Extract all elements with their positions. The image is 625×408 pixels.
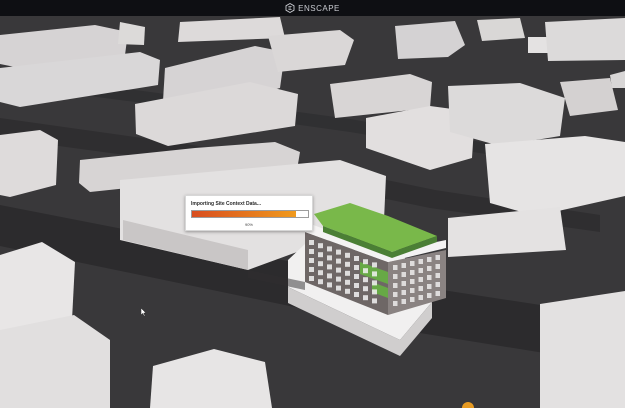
window (336, 267, 341, 273)
window (318, 261, 323, 267)
window (401, 281, 406, 286)
window (354, 256, 359, 261)
window (327, 282, 332, 288)
window (393, 283, 398, 288)
window (435, 291, 440, 296)
window (418, 286, 423, 291)
window (336, 285, 341, 291)
window (418, 268, 423, 273)
window (345, 288, 350, 294)
window (435, 273, 440, 278)
window (336, 258, 341, 264)
window (318, 270, 323, 276)
window (336, 276, 341, 282)
window (354, 274, 359, 279)
window (393, 292, 398, 297)
window (345, 261, 350, 267)
window (372, 262, 377, 268)
window (410, 261, 415, 266)
window (393, 274, 398, 279)
window (393, 301, 398, 306)
window (354, 265, 359, 270)
window (318, 243, 323, 249)
title-bar: ENSCAPE (0, 0, 625, 16)
progress-percent: 90% (244, 222, 253, 227)
window (401, 290, 406, 295)
window (401, 299, 406, 304)
window (309, 249, 314, 254)
window (318, 279, 323, 285)
window (327, 264, 332, 270)
window (427, 266, 432, 271)
window (418, 259, 423, 264)
window (363, 295, 368, 301)
window (418, 295, 423, 300)
window (309, 267, 314, 272)
window (363, 268, 368, 274)
window (309, 240, 314, 245)
window (393, 265, 398, 270)
window (410, 270, 415, 275)
window (345, 279, 350, 285)
window (418, 277, 423, 282)
window (327, 273, 332, 279)
window (345, 270, 350, 276)
window (410, 297, 415, 302)
window (327, 246, 332, 252)
window (318, 252, 323, 258)
progress-bar (191, 210, 309, 218)
progress-bar-fill (192, 211, 297, 217)
window (427, 284, 432, 289)
window (309, 258, 314, 263)
progress-title: Importing Site Context Data... (191, 201, 262, 207)
window (410, 288, 415, 293)
enscape-logo-icon (285, 3, 295, 13)
window (363, 286, 368, 292)
window (435, 264, 440, 269)
window (427, 257, 432, 262)
enscape-viewport: ENSCAPE Importing Site Context Data... 9… (0, 0, 625, 408)
window (354, 292, 359, 297)
window (427, 275, 432, 280)
window (410, 279, 415, 284)
brand-name: ENSCAPE (298, 3, 340, 13)
window (363, 259, 368, 265)
window (327, 255, 332, 261)
import-progress-dialog: Importing Site Context Data... 90% (185, 195, 313, 231)
window (372, 280, 377, 286)
status-indicator (462, 402, 474, 408)
window (336, 249, 341, 255)
window (345, 252, 350, 258)
brand: ENSCAPE (285, 3, 340, 13)
window (435, 282, 440, 287)
window (363, 277, 368, 283)
mouse-cursor-icon (141, 308, 147, 317)
window (401, 272, 406, 277)
window (401, 263, 406, 268)
window (372, 289, 377, 295)
window (435, 255, 440, 260)
window (354, 283, 359, 288)
window (309, 276, 314, 281)
window (372, 271, 377, 277)
window (372, 298, 377, 304)
window (427, 293, 432, 298)
